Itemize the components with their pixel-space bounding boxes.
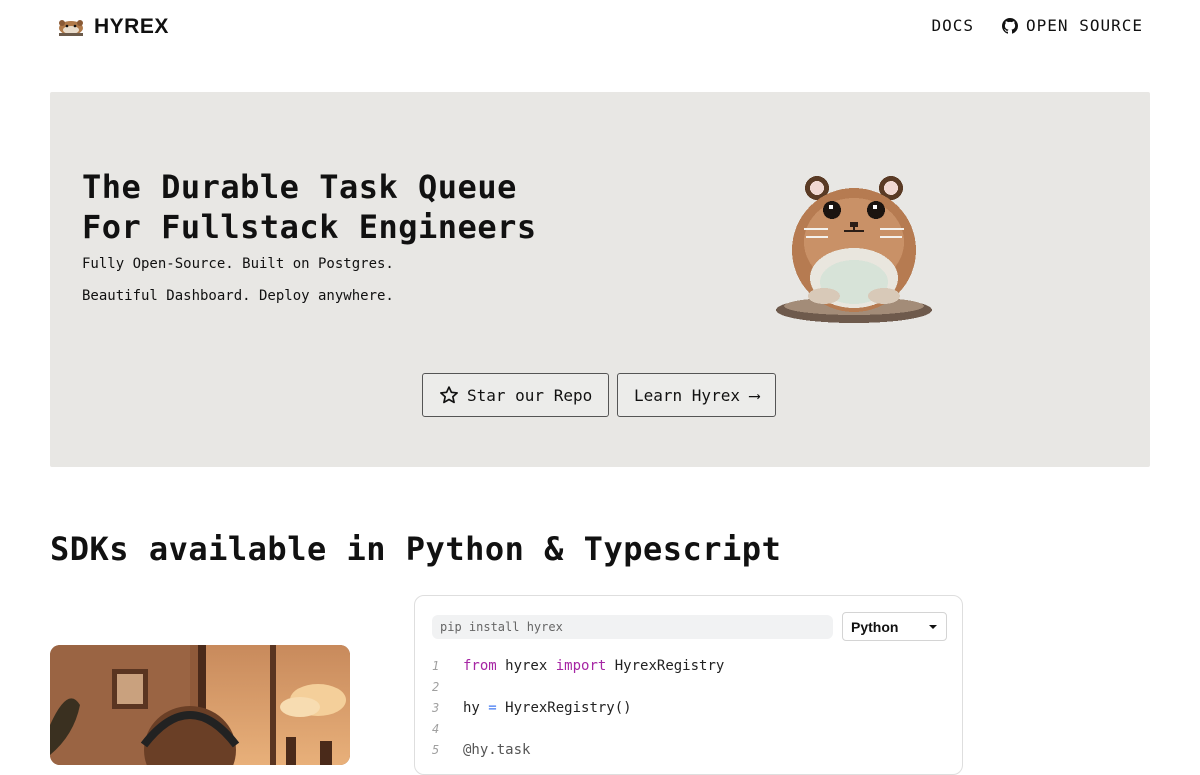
code-token: = bbox=[488, 700, 497, 716]
line-number: 3 bbox=[432, 701, 440, 715]
chevron-down-icon bbox=[929, 624, 937, 629]
logo[interactable]: HYREX bbox=[56, 14, 169, 40]
hero-subtitle-line-2: Beautiful Dashboard. Deploy anywhere. bbox=[82, 288, 394, 304]
sdk-section-title: SDKs available in Python & Typescript bbox=[50, 530, 782, 568]
hero-title-line-2: For Fullstack Engineers bbox=[82, 208, 537, 246]
learn-hyrex-label: Learn Hyrex ⟶ bbox=[634, 385, 760, 405]
line-number: 1 bbox=[432, 659, 440, 673]
hero-title: The Durable Task Queue For Fullstack Eng… bbox=[82, 167, 537, 247]
hamster-logo-icon bbox=[59, 20, 83, 36]
logo-text: HYREX bbox=[94, 15, 169, 38]
hero-section: The Durable Task Queue For Fullstack Eng… bbox=[50, 92, 1150, 467]
nav-open-source-label: OPEN SOURCE bbox=[1026, 16, 1143, 35]
nav-open-source-link[interactable]: OPEN SOURCE bbox=[1002, 16, 1143, 35]
code-token: hy bbox=[463, 700, 489, 716]
star-icon bbox=[440, 386, 458, 404]
hamster-mascot-icon bbox=[772, 170, 934, 336]
line-code: @hy.task bbox=[463, 740, 530, 761]
code-token: import bbox=[555, 658, 607, 674]
code-panel: pip install hyrex Python 1 from hyrex imp… bbox=[414, 595, 963, 775]
github-icon bbox=[1002, 17, 1019, 34]
hero-title-line-1: The Durable Task Queue bbox=[82, 168, 517, 206]
hamster-illustration-image bbox=[50, 645, 350, 765]
code-line: 2 bbox=[415, 677, 955, 698]
install-command-box[interactable]: pip install hyrex bbox=[432, 615, 833, 639]
code-line: 5 @hy.task bbox=[415, 740, 955, 761]
top-nav: DOCS OPEN SOURCE bbox=[932, 16, 1144, 35]
code-line: 1 from hyrex import HyrexRegistry bbox=[415, 656, 955, 677]
install-command: pip install hyrex bbox=[440, 620, 563, 634]
language-select[interactable]: Python bbox=[842, 612, 947, 641]
star-repo-button[interactable]: Star our Repo bbox=[422, 373, 610, 417]
learn-hyrex-button[interactable]: Learn Hyrex ⟶ bbox=[617, 373, 777, 417]
language-select-value: Python bbox=[851, 618, 899, 635]
nav-docs-label: DOCS bbox=[931, 16, 975, 35]
line-number: 2 bbox=[432, 680, 440, 694]
line-code: hy = HyrexRegistry() bbox=[463, 698, 632, 719]
line-code: from hyrex import HyrexRegistry bbox=[463, 656, 724, 677]
code-token: hyrex bbox=[496, 658, 556, 674]
code-line: 4 bbox=[415, 719, 955, 740]
nav-docs-link[interactable]: DOCS bbox=[932, 16, 975, 35]
code-block: 1 from hyrex import HyrexRegistry 2 3 hy = H… bbox=[415, 656, 955, 761]
code-token: @hy.task bbox=[463, 742, 531, 758]
star-repo-label: Star our Repo bbox=[467, 385, 593, 405]
line-number: 5 bbox=[432, 743, 440, 757]
line-number: 4 bbox=[432, 722, 440, 736]
code-token: from bbox=[463, 658, 497, 674]
code-token: HyrexRegistry bbox=[606, 658, 725, 674]
hero-subtitle-line-1: Fully Open-Source. Built on Postgres. bbox=[82, 256, 394, 272]
code-line: 3 hy = HyrexRegistry() bbox=[415, 698, 955, 719]
code-token: HyrexRegistry() bbox=[496, 700, 632, 716]
